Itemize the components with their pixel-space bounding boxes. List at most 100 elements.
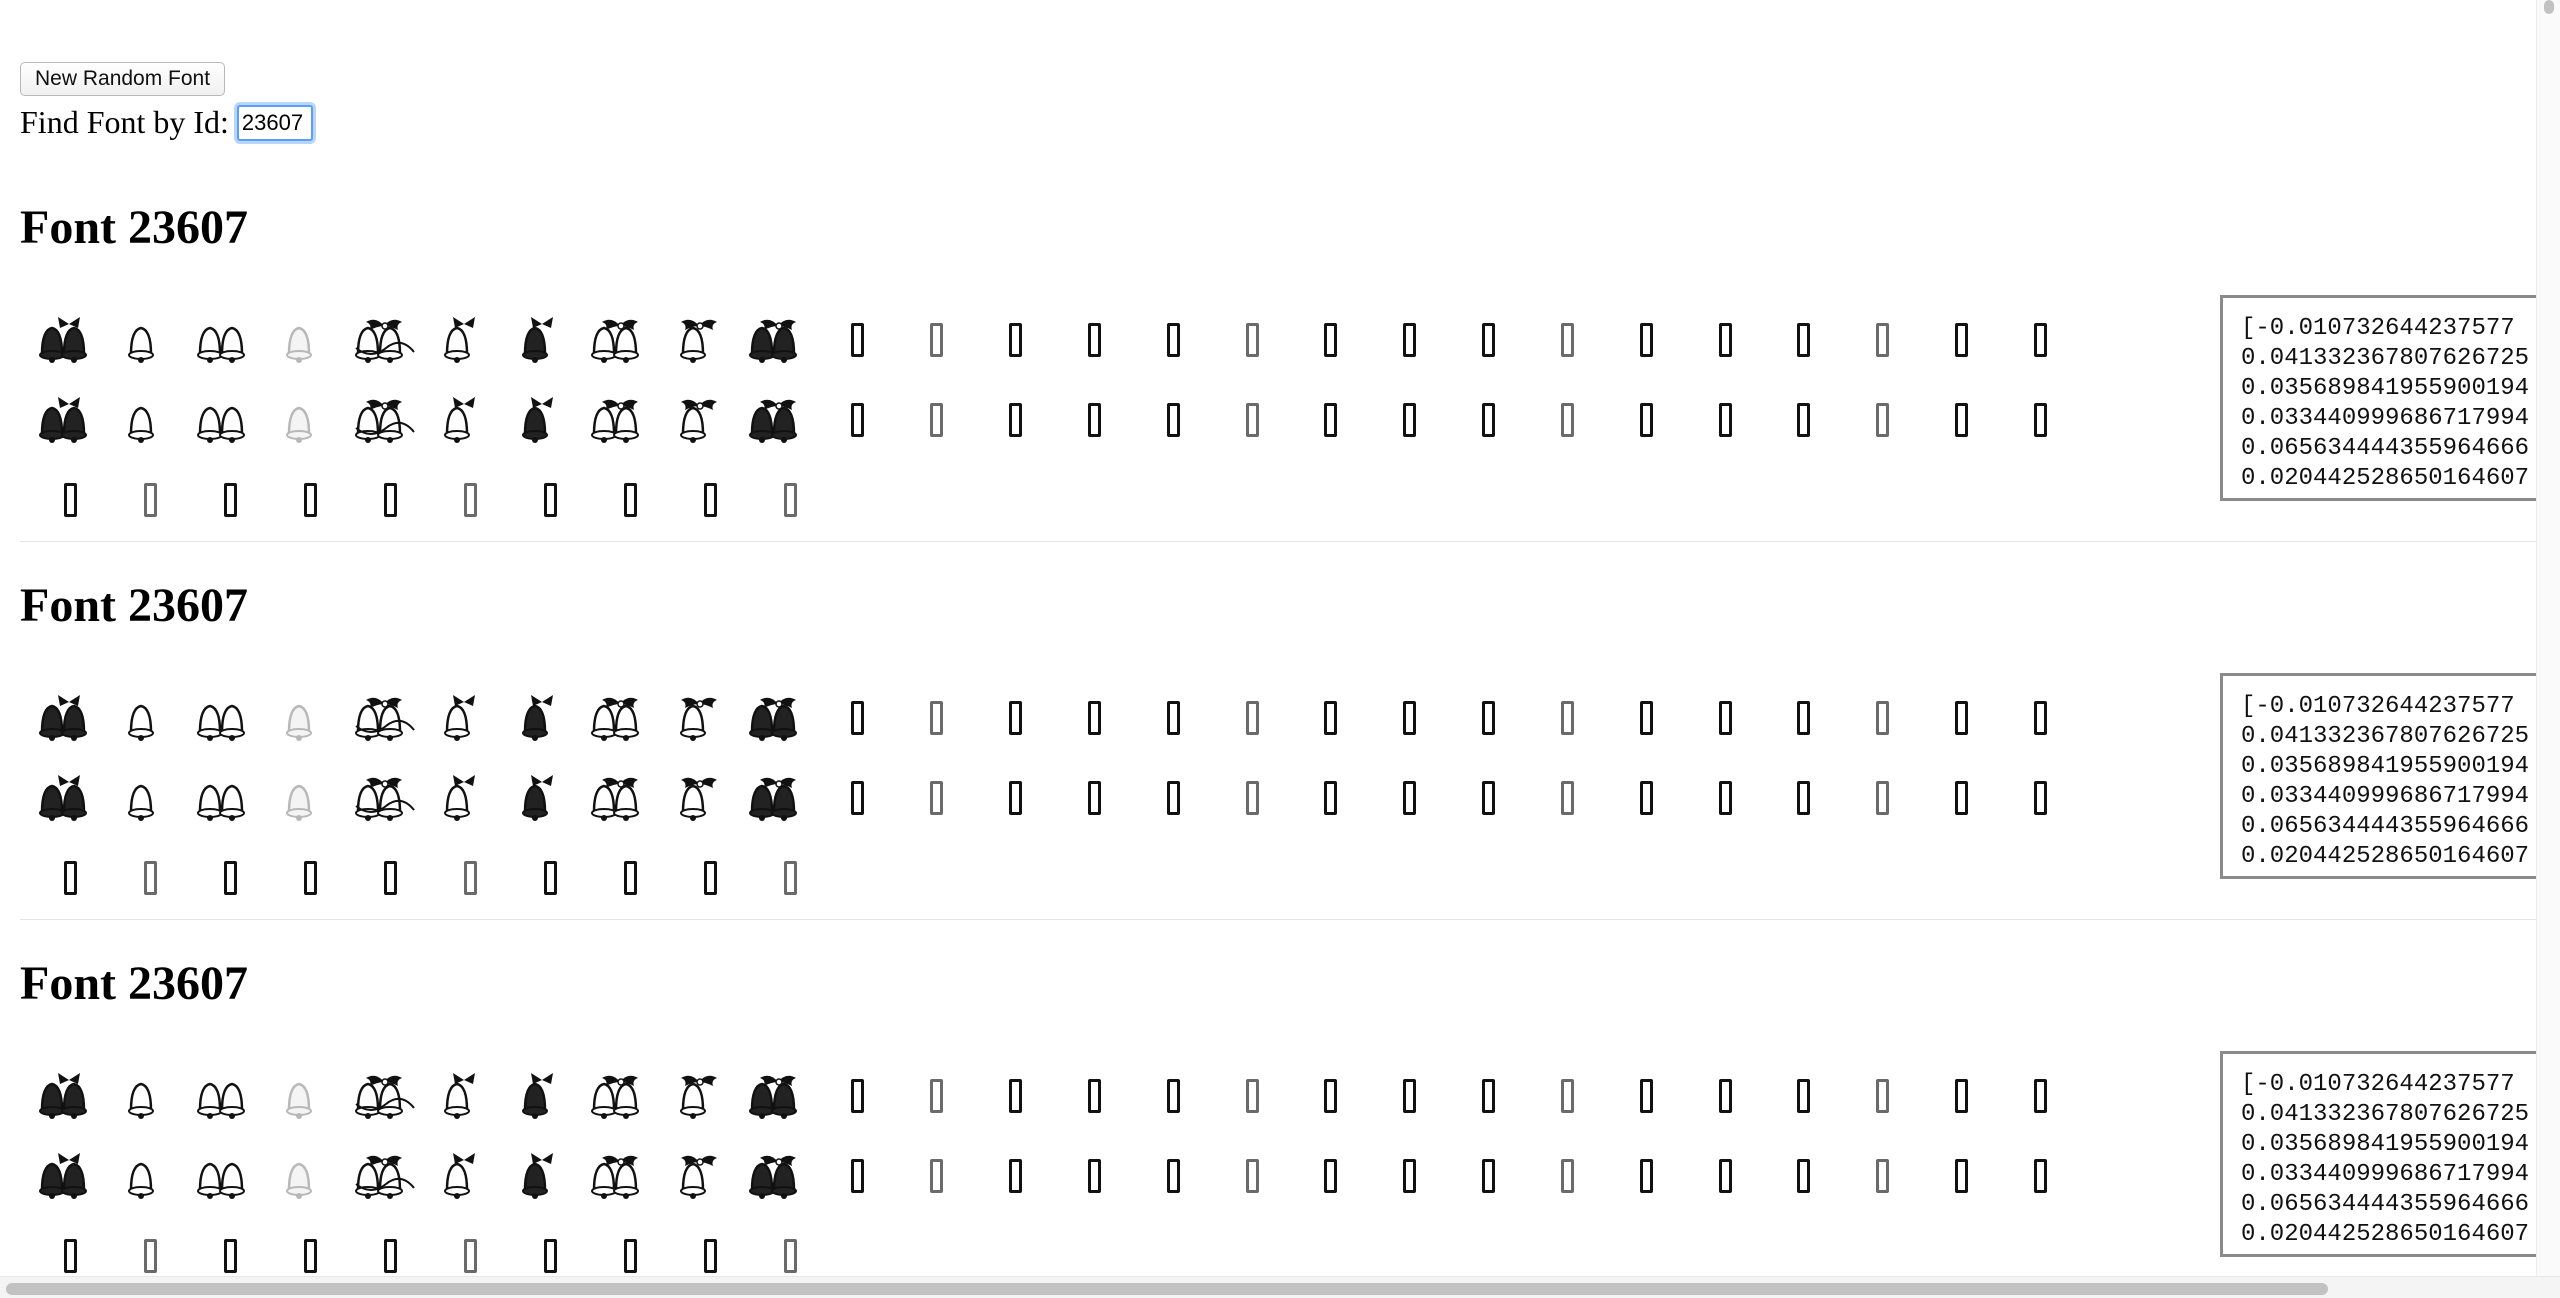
missing-glyph-icon (1055, 300, 1134, 380)
vector-line: 0.065634444355964666 (2241, 435, 2530, 462)
missing-glyph-icon (1528, 380, 1607, 460)
bell-bow-icon (503, 678, 582, 758)
missing-glyph-icon (818, 1056, 897, 1136)
missing-glyph-icon (1055, 1136, 1134, 1216)
missing-glyph-icon (818, 678, 897, 758)
vector-line: 0.033440999686717994 (2241, 405, 2530, 432)
bell-ribbon-icon (424, 1136, 503, 1216)
missing-glyph-icon (190, 838, 270, 918)
font-title: Font 23607 (20, 957, 248, 1010)
new-random-font-button[interactable]: New Random Font (20, 62, 226, 96)
bells-outline-icon (188, 1136, 267, 1216)
holly-leaves-icon (661, 300, 740, 380)
vector-line: 0.020442528650164607 (2241, 1221, 2530, 1248)
bells-bouquet-icon (740, 1136, 819, 1216)
missing-glyph-icon (2001, 678, 2080, 758)
missing-glyph-icon (1686, 1136, 1765, 1216)
vector-line: [-0.010732644237577 (2241, 1071, 2515, 1098)
embedding-vector-textarea[interactable]: [-0.010732644237577 0.041332367807626725 0… (2220, 295, 2536, 501)
missing-glyph-icon (510, 460, 590, 540)
vector-line: 0.041332367807626725 (2241, 723, 2530, 750)
missing-glyph-icon (1055, 380, 1134, 460)
glyph-grid (30, 678, 2080, 918)
vertical-scrollbar[interactable] (2536, 0, 2560, 1276)
vertical-scrollbar-thumb[interactable] (2544, 0, 2554, 14)
bells-bouquet-icon (740, 300, 819, 380)
holly-leaves-icon (661, 678, 740, 758)
horizontal-scrollbar-thumb[interactable] (6, 1283, 2328, 1295)
find-font-row: Find Font by Id: (20, 104, 313, 141)
bells-bouquet-icon (740, 678, 819, 758)
horizontal-scrollbar[interactable] (0, 1276, 2560, 1298)
missing-glyph-icon (510, 838, 590, 918)
missing-glyph-icon (1922, 300, 2001, 380)
missing-glyph-icon (1843, 1056, 1922, 1136)
top-controls: New Random Font Find Font by Id: (20, 62, 313, 141)
bell-ribbon-icon (424, 300, 503, 380)
glyph-grid (30, 300, 2080, 540)
bells-outline-icon (188, 678, 267, 758)
missing-glyph-icon (1607, 300, 1686, 380)
missing-glyph-icon (1922, 1136, 2001, 1216)
missing-glyph-icon (1370, 1056, 1449, 1136)
missing-glyph-icon (1843, 758, 1922, 838)
missing-glyph-icon (1213, 300, 1292, 380)
glyph-row (30, 300, 2080, 380)
missing-glyph-icon (1292, 300, 1371, 380)
glyph-row (30, 460, 2080, 540)
missing-glyph-icon (1843, 1136, 1922, 1216)
missing-glyph-icon (1843, 678, 1922, 758)
bells-outline-icon (188, 300, 267, 380)
missing-glyph-icon (30, 1216, 110, 1276)
bells-bouquet-icon (740, 758, 819, 838)
missing-glyph-icon (1686, 678, 1765, 758)
vector-line: 0.065634444355964666 (2241, 1191, 2530, 1218)
embedding-vector-textarea[interactable]: [-0.010732644237577 0.041332367807626725 0… (2220, 1051, 2536, 1257)
font-id-input[interactable] (236, 104, 313, 141)
missing-glyph-icon (1686, 758, 1765, 838)
bell-faint-icon (267, 1136, 346, 1216)
missing-glyph-icon (1607, 380, 1686, 460)
missing-glyph-icon (1607, 1136, 1686, 1216)
bell-small-icon (109, 758, 188, 838)
missing-glyph-icon (976, 300, 1055, 380)
missing-glyph-icon (1134, 758, 1213, 838)
bell-ribbon-icon (424, 380, 503, 460)
missing-glyph-icon (1449, 758, 1528, 838)
missing-glyph-icon (190, 460, 270, 540)
missing-glyph-icon (750, 838, 830, 918)
missing-glyph-icon (1449, 1056, 1528, 1136)
missing-glyph-icon (1765, 380, 1844, 460)
vector-line: 0.035689841955900194 (2241, 375, 2530, 402)
missing-glyph-icon (1370, 380, 1449, 460)
vector-line: 0.065634444355964666 (2241, 813, 2530, 840)
bells-bow-icon (30, 758, 109, 838)
missing-glyph-icon (1449, 678, 1528, 758)
missing-glyph-icon (1528, 1136, 1607, 1216)
missing-glyph-icon (1292, 1056, 1371, 1136)
section-divider (20, 541, 2536, 542)
vector-line: 0.041332367807626725 (2241, 1101, 2530, 1128)
bell-small-icon (109, 678, 188, 758)
missing-glyph-icon (510, 1216, 590, 1276)
embedding-vector-textarea[interactable]: [-0.010732644237577 0.041332367807626725 0… (2220, 673, 2536, 879)
missing-glyph-icon (430, 460, 510, 540)
missing-glyph-icon (670, 1216, 750, 1276)
missing-glyph-icon (2001, 300, 2080, 380)
missing-glyph-icon (750, 1216, 830, 1276)
bells-holly-icon (582, 380, 661, 460)
glyph-row (30, 380, 2080, 460)
missing-glyph-icon (976, 678, 1055, 758)
bells-garland-icon (345, 678, 424, 758)
bell-ribbon-icon (424, 678, 503, 758)
missing-glyph-icon (270, 1216, 350, 1276)
missing-glyph-icon (1134, 380, 1213, 460)
bells-bow-icon (30, 1136, 109, 1216)
missing-glyph-icon (350, 1216, 430, 1276)
missing-glyph-icon (1765, 1136, 1844, 1216)
missing-glyph-icon (110, 1216, 190, 1276)
missing-glyph-icon (1134, 1056, 1213, 1136)
missing-glyph-icon (1922, 758, 2001, 838)
bell-small-icon (109, 300, 188, 380)
missing-glyph-icon (2001, 380, 2080, 460)
